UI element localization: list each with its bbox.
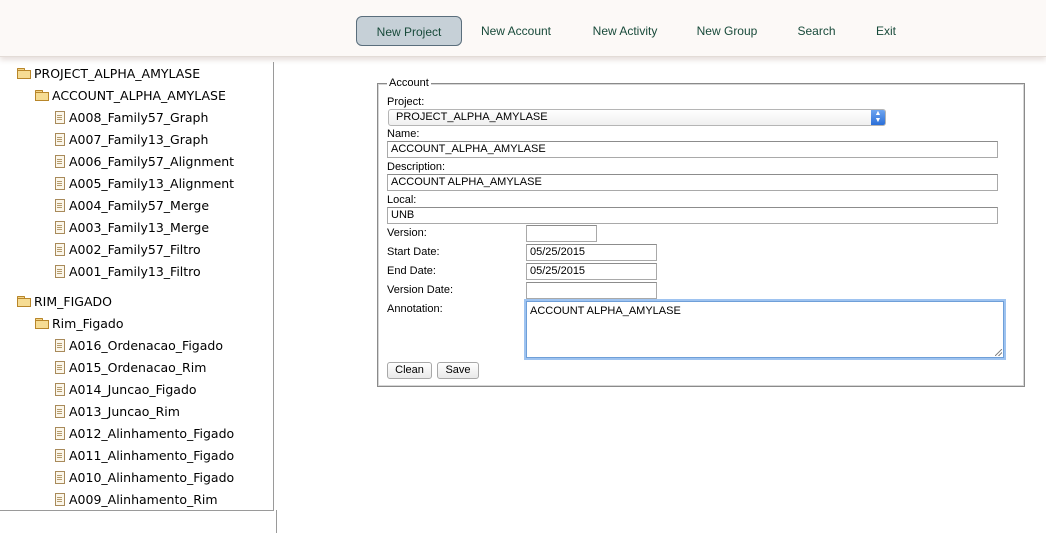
tree-node-label: PROJECT_ALPHA_AMYLASE bbox=[34, 66, 201, 81]
top-nav-bar: New Project New Account New Activity New… bbox=[0, 0, 1046, 57]
file-icon bbox=[55, 383, 65, 396]
tree-node-label: A003_Family13_Merge bbox=[69, 220, 210, 235]
tree-node-label: A005_Family13_Alignment bbox=[69, 176, 235, 191]
version-field[interactable] bbox=[526, 225, 597, 242]
annotation-text: ACCOUNT ALPHA_AMYLASE bbox=[530, 305, 681, 317]
up-down-arrows-icon[interactable]: ▲ ▼ bbox=[871, 110, 885, 125]
tree-node-label: A007_Family13_Graph bbox=[69, 132, 209, 147]
tree-node-label: A009_Alinhamento_Rim bbox=[69, 492, 218, 507]
tree-node-label: A016_Ordenacao_Figado bbox=[69, 338, 223, 353]
resize-grip-icon[interactable] bbox=[995, 349, 1002, 356]
file-icon bbox=[55, 449, 65, 462]
save-button[interactable]: Save bbox=[437, 362, 479, 379]
exit-button[interactable]: Exit bbox=[868, 16, 904, 46]
new-project-button[interactable]: New Project bbox=[356, 16, 462, 46]
file-icon bbox=[55, 361, 65, 374]
tree-node-label: A011_Alinhamento_Figado bbox=[69, 448, 235, 463]
tree-node-label: RIM_FIGADO bbox=[34, 294, 112, 309]
name-label: Name: bbox=[387, 128, 420, 140]
version-label: Version: bbox=[387, 227, 427, 239]
name-field[interactable]: ACCOUNT_ALPHA_AMYLASE bbox=[387, 141, 998, 158]
annotation-textarea[interactable]: ACCOUNT ALPHA_AMYLASE bbox=[526, 301, 1004, 358]
version-date-label: Version Date: bbox=[387, 284, 454, 296]
description-field[interactable]: ACCOUNT ALPHA_AMYLASE bbox=[387, 174, 998, 191]
file-icon bbox=[55, 339, 65, 352]
file-icon bbox=[55, 177, 65, 190]
file-icon bbox=[55, 155, 65, 168]
tree-node-label: ACCOUNT_ALPHA_AMYLASE bbox=[52, 88, 226, 103]
tree-node-label: A001_Family13_Filtro bbox=[69, 264, 201, 279]
panel-divider bbox=[276, 510, 277, 533]
file-icon bbox=[55, 265, 65, 278]
version-date-field[interactable] bbox=[526, 282, 657, 299]
end-date-label: End Date: bbox=[387, 265, 436, 277]
file-icon bbox=[55, 427, 65, 440]
new-group-button[interactable]: New Group bbox=[689, 16, 765, 46]
local-label: Local: bbox=[387, 194, 417, 206]
file-icon bbox=[55, 471, 65, 484]
tree-node-label: Rim_Figado bbox=[52, 316, 124, 331]
project-select[interactable]: PROJECT_ALPHA_AMYLASE ▲ ▼ bbox=[388, 109, 886, 126]
start-date-label: Start Date: bbox=[387, 246, 440, 258]
file-icon bbox=[55, 243, 65, 256]
open-folder-icon bbox=[17, 68, 31, 79]
description-label: Description: bbox=[387, 161, 446, 173]
start-date-field[interactable]: 05/25/2015 bbox=[526, 244, 657, 261]
search-button[interactable]: Search bbox=[790, 16, 843, 46]
tree-node-label: A013_Juncao_Rim bbox=[69, 404, 180, 419]
tree-node-label: A014_Juncao_Figado bbox=[69, 382, 197, 397]
end-date-field[interactable]: 05/25/2015 bbox=[526, 263, 657, 280]
file-icon bbox=[55, 199, 65, 212]
file-icon bbox=[55, 111, 65, 124]
project-label: Project: bbox=[387, 96, 425, 108]
new-account-button[interactable]: New Account bbox=[474, 16, 558, 46]
tree-node-label: A002_Family57_Filtro bbox=[69, 242, 201, 257]
tree-node-label: A008_Family57_Graph bbox=[69, 110, 209, 125]
folder-icon bbox=[17, 296, 31, 307]
fieldset-legend: Account bbox=[387, 77, 431, 90]
file-icon bbox=[55, 405, 65, 418]
project-select-value: PROJECT_ALPHA_AMYLASE bbox=[396, 111, 548, 123]
tree-node-label: A006_Family57_Alignment bbox=[69, 154, 235, 169]
tree-node-label: A015_Ordenacao_Rim bbox=[69, 360, 207, 375]
tree-node-label: A004_Family57_Merge bbox=[69, 198, 210, 213]
tree-node-label: A010_Alinhamento_Figado bbox=[69, 470, 235, 485]
file-icon bbox=[55, 221, 65, 234]
file-icon bbox=[55, 493, 65, 506]
new-activity-button[interactable]: New Activity bbox=[584, 16, 666, 46]
annotation-label: Annotation: bbox=[387, 303, 443, 315]
project-tree-panel: PROJECT_ALPHA_AMYLASE ACCOUNT_ALPHA_AMYL… bbox=[0, 62, 274, 511]
file-icon bbox=[55, 133, 65, 146]
folder-icon bbox=[35, 318, 49, 329]
tree-node-label: A012_Alinhamento_Figado bbox=[69, 426, 235, 441]
local-field[interactable]: UNB bbox=[387, 207, 998, 224]
clean-button[interactable]: Clean bbox=[387, 362, 432, 379]
open-folder-icon bbox=[35, 90, 49, 101]
